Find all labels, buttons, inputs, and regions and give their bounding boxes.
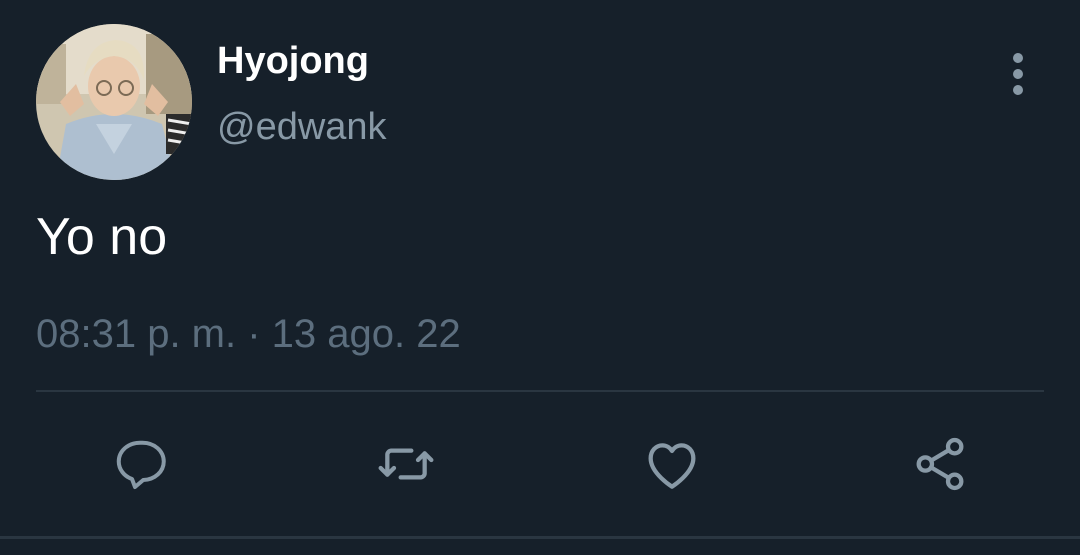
more-vertical-icon-dot — [1013, 69, 1023, 79]
author-display-name[interactable]: Hyojong — [217, 38, 369, 84]
author-handle: @edwank — [217, 106, 387, 148]
more-vertical-icon-dot — [1013, 85, 1023, 95]
retweet-button[interactable] — [374, 432, 438, 496]
like-button[interactable] — [640, 432, 704, 496]
reply-icon — [116, 440, 166, 489]
more-options-button[interactable] — [996, 52, 1040, 96]
reply-button[interactable] — [108, 432, 172, 496]
more-vertical-icon — [1013, 53, 1023, 63]
like-icon — [648, 443, 696, 489]
tweet-text: Yo no — [36, 208, 168, 266]
divider — [36, 390, 1044, 392]
tweet-timestamp[interactable]: 08:31 p. m. · 13 ago. 22 — [36, 310, 461, 358]
share-button[interactable] — [908, 432, 972, 496]
avatar[interactable] — [36, 24, 192, 180]
avatar-image — [36, 24, 192, 180]
tweet-detail-screen: Hyojong @edwank Yo no 08:31 p. m. · 13 a… — [0, 0, 1080, 555]
share-icon — [916, 437, 964, 491]
retweet-icon — [378, 448, 434, 480]
divider — [0, 536, 1080, 539]
